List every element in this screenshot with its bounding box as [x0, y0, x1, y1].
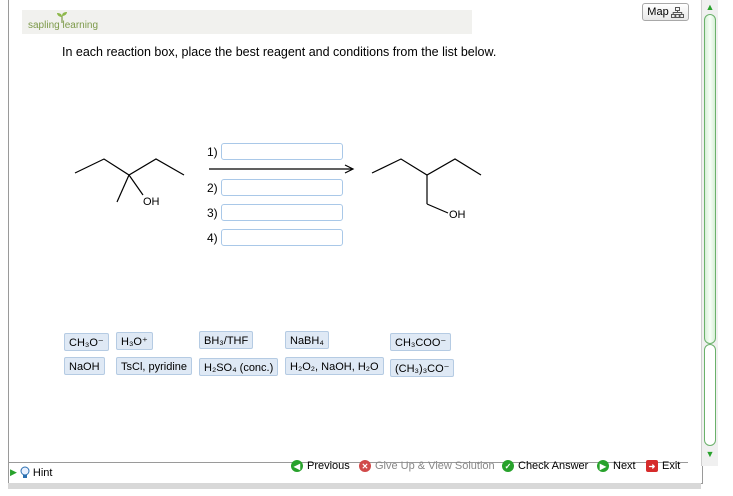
scroll-track[interactable] — [704, 344, 716, 446]
scroll-up-arrow-icon[interactable]: ▲ — [702, 0, 718, 14]
next-label: Next — [613, 460, 636, 472]
check-icon: ✓ — [502, 460, 514, 472]
reagent-methoxide[interactable]: CH₃O⁻ — [64, 333, 109, 351]
hint-label: Hint — [32, 466, 53, 479]
next-button[interactable]: ▶ Next — [597, 460, 636, 472]
give-up-button[interactable]: ✕ Give Up & View Solution — [359, 460, 495, 472]
exit-label: Exit — [662, 460, 681, 472]
previous-button[interactable]: ◀ Previous — [291, 460, 350, 472]
hint-bulb-icon — [20, 466, 30, 478]
hint-button[interactable]: ▶ Hint — [10, 466, 52, 479]
previous-arrow-icon: ◀ — [291, 460, 303, 472]
next-arrow-icon: ▶ — [597, 460, 609, 472]
vertical-scrollbar[interactable]: ▲ ▼ — [701, 0, 718, 466]
step-3-label: 3) — [207, 206, 218, 220]
check-answer-button[interactable]: ✓ Check Answer — [502, 460, 588, 472]
reagent-h2so4[interactable]: H₂SO₄ (conc.) — [199, 358, 279, 376]
reagent-tscl-pyridine[interactable]: TsCl, pyridine — [116, 357, 193, 375]
give-up-icon: ✕ — [359, 460, 371, 472]
check-answer-label: Check Answer — [518, 460, 589, 472]
exit-button[interactable]: ➜ Exit — [646, 460, 680, 472]
previous-label: Previous — [307, 460, 350, 472]
reagent-acetate[interactable]: CH₃COO⁻ — [390, 333, 452, 351]
reagent-nabh4[interactable]: NaBH₄ — [285, 331, 329, 349]
scroll-thumb[interactable] — [704, 14, 716, 344]
step-1-drop-zone[interactable] — [221, 143, 343, 160]
reaction-scheme: OH OH — [74, 158, 482, 221]
exit-icon: ➜ — [646, 460, 658, 472]
reagent-bh3-thf[interactable]: BH₃/THF — [199, 331, 254, 349]
reagent-hydronium[interactable]: H₃O⁺ — [116, 332, 153, 350]
reagent-tert-butoxide[interactable]: (CH₃)₃CO⁻ — [390, 359, 455, 377]
step-4-label: 4) — [207, 231, 218, 245]
reagent-naoh[interactable]: NaOH — [64, 357, 105, 375]
reaction-arrow — [209, 164, 355, 174]
step-2-label: 2) — [207, 181, 218, 195]
step-1-label: 1) — [207, 145, 218, 159]
start-oh-label: OH — [143, 196, 160, 208]
window-bottom-bar — [8, 483, 701, 489]
scroll-down-arrow-icon[interactable]: ▼ — [702, 447, 718, 461]
expand-triangle-icon: ▶ — [10, 467, 17, 477]
product-oh-label: OH — [449, 209, 466, 221]
give-up-label: Give Up & View Solution — [375, 460, 495, 472]
product — [371, 158, 482, 214]
step-2-drop-zone[interactable] — [221, 179, 343, 196]
reagent-h2o2-naoh[interactable]: H₂O₂, NaOH, H₂O — [285, 357, 384, 375]
starting-material — [74, 158, 185, 203]
step-4-drop-zone[interactable] — [221, 229, 343, 246]
step-3-drop-zone[interactable] — [221, 204, 343, 221]
